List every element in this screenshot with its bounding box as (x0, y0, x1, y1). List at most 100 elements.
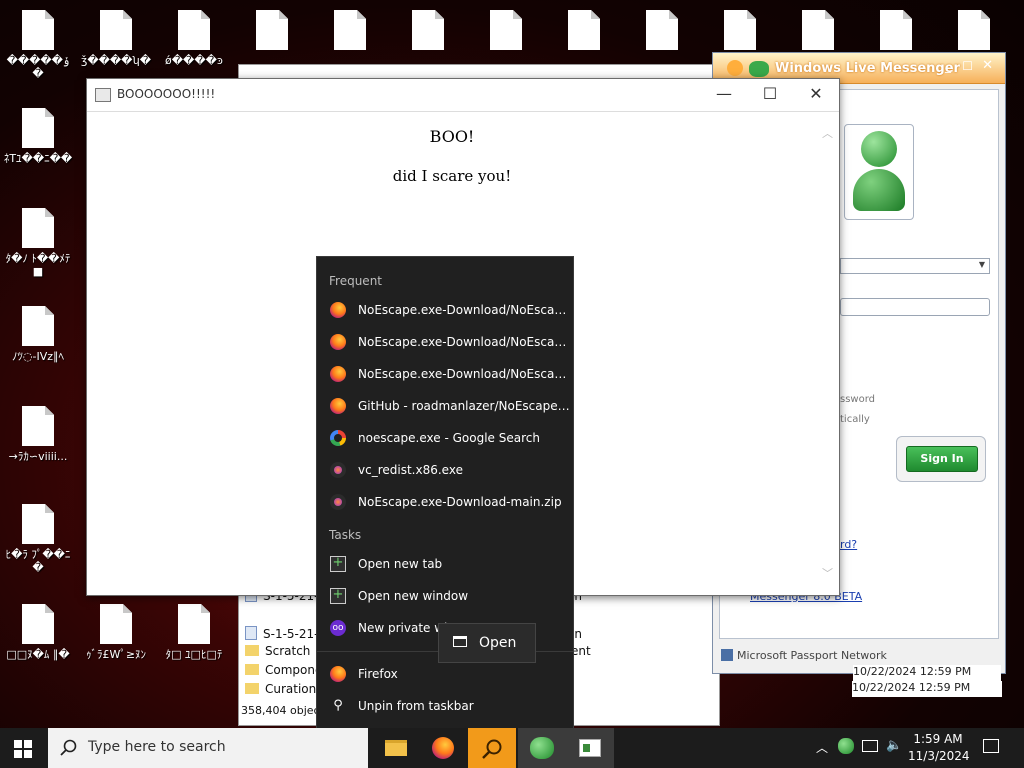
notifications-icon[interactable] (983, 739, 999, 753)
maximize-button[interactable]: ☐ (747, 79, 793, 111)
firefox-taskbar-button[interactable] (420, 728, 468, 768)
buddy-head-icon (861, 131, 897, 167)
open-new-window-task[interactable]: + Open new window (317, 580, 573, 612)
list-item[interactable]: Curations (245, 680, 323, 698)
desktop-icon[interactable] (626, 10, 698, 50)
unpin-from-taskbar-item[interactable]: ⚲ Unpin from taskbar (317, 690, 573, 722)
file-icon (880, 10, 912, 50)
messenger-buddy-icon (530, 737, 554, 759)
search-app-taskbar-button[interactable] (468, 728, 516, 768)
desktop-icon[interactable]: ﾈTﾕ��ﾆ�� (2, 108, 74, 165)
desktop-icon[interactable]: ǯ����ʮ� (80, 10, 152, 67)
desktop-icon[interactable]: �����ݸ� (2, 10, 74, 80)
tasks-header: Tasks (329, 528, 362, 542)
forgot-password-link[interactable]: rd? (840, 538, 857, 551)
desktop-icon[interactable]: →ﾗｶ∽viiii... (2, 406, 74, 463)
folder-icon (245, 645, 259, 656)
folder-icon (385, 740, 407, 756)
minimize-button[interactable]: — (701, 79, 747, 111)
date-cell: 10/22/2024 12:59 PM (852, 681, 1002, 697)
desktop-icon[interactable] (236, 10, 308, 50)
plus-icon: + (330, 556, 346, 572)
open-new-tab-task[interactable]: + Open new tab (317, 548, 573, 580)
messenger-taskbar-button[interactable] (518, 728, 566, 768)
volume-icon[interactable]: 🔈 (886, 738, 902, 753)
date-cell: 10/22/2024 12:59 PM (853, 665, 1001, 681)
desktop-icon[interactable]: ｩﾞﾗ£Wﾟ≥ﾇﾝ (80, 604, 152, 661)
firefox-icon (330, 334, 346, 350)
download-icon (330, 462, 346, 478)
desktop-icon[interactable]: ﾉﾂ◌-IVz∥ﾍ (2, 306, 74, 363)
desktop-icon[interactable]: ǿ����ͽ (158, 10, 230, 67)
minimize-button[interactable]: _ (945, 59, 951, 73)
window-icon (579, 739, 601, 757)
scroll-up-icon[interactable]: ︿ (822, 125, 833, 141)
file-icon (334, 10, 366, 50)
firefox-icon (432, 737, 454, 759)
email-field[interactable]: ▼ (840, 258, 990, 274)
jump-list-item[interactable]: NoEscape.exe-Download-main.zip (317, 486, 573, 518)
network-icon[interactable] (862, 740, 878, 752)
scrollbar[interactable]: ︿ ﹀ (820, 125, 834, 581)
download-icon (330, 494, 346, 510)
firefox-icon (330, 302, 346, 318)
popup-heading: BOO! (429, 127, 475, 146)
file-icon (178, 604, 210, 644)
desktop-icon[interactable] (548, 10, 620, 50)
popup-titlebar[interactable]: BOOOOOOO!!!!! — ☐ ✕ (87, 79, 839, 112)
file-icon (245, 626, 257, 640)
passport-footer: Microsoft Passport Network (721, 649, 887, 662)
desktop-icon[interactable] (938, 10, 1010, 50)
passport-icon (721, 649, 733, 661)
password-field[interactable] (840, 298, 990, 316)
close-button[interactable]: ✕ (982, 58, 993, 73)
desktop-icon[interactable]: □□ﾇ�ﾑ ∥� (2, 604, 74, 661)
desktop-icon[interactable]: ﾀ�ﾉ ﾄ��ﾒﾃ■ (2, 208, 74, 278)
popup-app-taskbar-button[interactable] (566, 728, 614, 768)
scroll-down-icon[interactable]: ﹀ (822, 565, 833, 581)
file-icon (568, 10, 600, 50)
desktop-icon[interactable] (782, 10, 854, 50)
messenger-tray-icon[interactable] (838, 738, 854, 754)
file-icon (958, 10, 990, 50)
file-icon (22, 406, 54, 446)
chevron-down-icon[interactable]: ▼ (976, 259, 988, 271)
file-explorer-taskbar-button[interactable] (372, 728, 420, 768)
clock[interactable]: 1:59 AM 11/3/2024 (908, 731, 970, 765)
avatar (844, 124, 914, 220)
desktop-icon[interactable] (392, 10, 464, 50)
list-item[interactable]: Scratch ent (245, 642, 591, 660)
jump-list-item[interactable]: noescape.exe - Google Search (317, 422, 573, 454)
file-icon (412, 10, 444, 50)
plus-icon: + (330, 588, 346, 604)
messenger-buddy-icon (749, 61, 769, 77)
frequent-header: Frequent (329, 274, 382, 288)
jump-list-item[interactable]: NoEscape.exe-Download/NoEscape.ex... (317, 294, 573, 326)
folder-icon (245, 683, 259, 694)
maximize-button[interactable]: ☐ (962, 59, 973, 73)
desktop-icon[interactable]: ﾀ□ ﾕ□ﾋ□ﾃ (158, 604, 230, 661)
window-icon (453, 636, 467, 647)
magnifier-icon (482, 739, 502, 759)
list-item[interactable]: S-1-5-21-3 in (245, 625, 582, 643)
jump-list-item[interactable]: NoEscape.exe-Download/NoEscape.ex... (317, 358, 573, 390)
sign-in-button[interactable]: Sign In (906, 446, 978, 472)
jump-list-item[interactable]: NoEscape.exe-Download/NoEscape.ex... (317, 326, 573, 358)
messenger-logo-icon (727, 60, 743, 76)
firefox-icon (330, 398, 346, 414)
desktop-icon[interactable] (860, 10, 932, 50)
desktop-icon[interactable] (470, 10, 542, 50)
desktop-icon[interactable] (704, 10, 776, 50)
open-tooltip[interactable]: Open (438, 623, 536, 663)
file-icon (100, 604, 132, 644)
show-hidden-icons-chevron-icon[interactable]: ︿ (816, 739, 828, 756)
file-icon (22, 208, 54, 248)
desktop-icon[interactable]: ﾋ�ﾗ ﾌﾟ��ﾆ� (2, 504, 74, 574)
search-box[interactable]: Type here to search (48, 728, 368, 768)
folder-icon (245, 664, 259, 675)
jump-list-item[interactable]: vc_redist.x86.exe (317, 454, 573, 486)
start-button[interactable] (14, 740, 32, 758)
desktop-icon[interactable] (314, 10, 386, 50)
jump-list-item[interactable]: GitHub - roadmanlazer/NoEscape.exe-... (317, 390, 573, 422)
close-button[interactable]: ✕ (793, 79, 839, 111)
